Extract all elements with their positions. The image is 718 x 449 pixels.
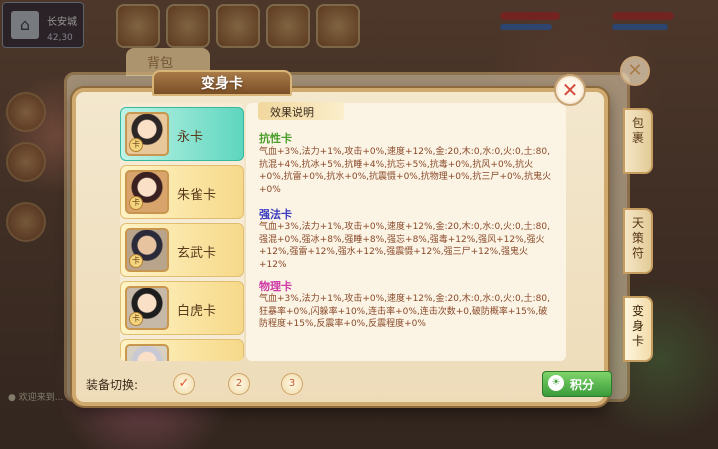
card-name: 永卡: [177, 130, 204, 145]
card-badge: 卡: [129, 138, 143, 152]
tab-label-char: 卡: [631, 334, 644, 348]
tab-bag[interactable]: 包裹: [623, 108, 653, 174]
card-list[interactable]: 卡永卡卡朱雀卡卡玄武卡卡白虎卡卡青龙卡: [120, 103, 244, 361]
section-body-magic: 气血+3%,法力+1%,攻击+0%,速度+12%,金:20,木:0,水:0,火:…: [259, 222, 550, 270]
section-title-magic: 强法卡: [259, 208, 292, 221]
card-portrait: 卡: [125, 170, 169, 214]
card-portrait: 卡: [125, 286, 169, 330]
section-title-resist: 抗性卡: [259, 132, 292, 145]
card-item[interactable]: 卡 玄武卡: [120, 223, 244, 277]
tab-label-char: 策: [631, 231, 644, 245]
card-item[interactable]: 卡青龙卡: [120, 339, 244, 361]
equip-slot-3[interactable]: 3: [281, 373, 303, 395]
equip-switch-label: 装备切换:: [86, 378, 139, 392]
card-item[interactable]: 卡 白虎卡: [120, 281, 244, 335]
card-portrait: 卡: [125, 228, 169, 272]
tab-label-char: 包: [631, 116, 644, 130]
bag-tab-label: 背包: [147, 56, 174, 71]
close-button[interactable]: ✕: [554, 74, 586, 106]
card-badge: 卡: [129, 254, 143, 268]
effect-description-label: 效果说明: [270, 106, 314, 119]
panel-title: 变身卡: [201, 76, 243, 92]
equip-slot-1[interactable]: ✓: [173, 373, 195, 395]
section-body-physical: 气血+3%,法力+1%,攻击+0%,速度+12%,金:20,木:0,水:0,火:…: [259, 294, 550, 329]
card-badge: 卡: [129, 312, 143, 326]
tab-transform-card[interactable]: 变身卡: [623, 296, 653, 362]
section-body-resist: 气血+3%,法力+1%,攻击+0%,速度+12%,金:20,木:0,水:0,火:…: [259, 147, 552, 195]
points-icon: ☀: [548, 375, 564, 391]
tab-label-char: 符: [631, 246, 644, 260]
tab-label-char: 身: [631, 319, 644, 333]
card-name: 玄武卡: [177, 246, 217, 261]
equip-slot-2[interactable]: 2: [228, 373, 250, 395]
card-portrait: 卡: [125, 112, 169, 156]
tab-label-char: 裹: [631, 131, 644, 145]
card-badge: 卡: [129, 196, 143, 210]
card-item[interactable]: 卡 永卡: [120, 107, 244, 161]
tab-label-char: 天: [631, 216, 644, 230]
card-item[interactable]: 卡 朱雀卡: [120, 165, 244, 219]
tab-tiance-talisman[interactable]: 天策符: [623, 208, 653, 274]
card-name: 白虎卡: [177, 304, 217, 319]
tab-label-char: 变: [631, 304, 644, 318]
card-name: 青龙卡: [177, 358, 216, 361]
bag-close-button[interactable]: ✕: [620, 56, 650, 86]
points-label: 积分: [570, 378, 595, 392]
section-title-physical: 物理卡: [259, 280, 292, 293]
card-name: 朱雀卡: [177, 188, 217, 203]
card-portrait: 卡: [125, 344, 169, 361]
